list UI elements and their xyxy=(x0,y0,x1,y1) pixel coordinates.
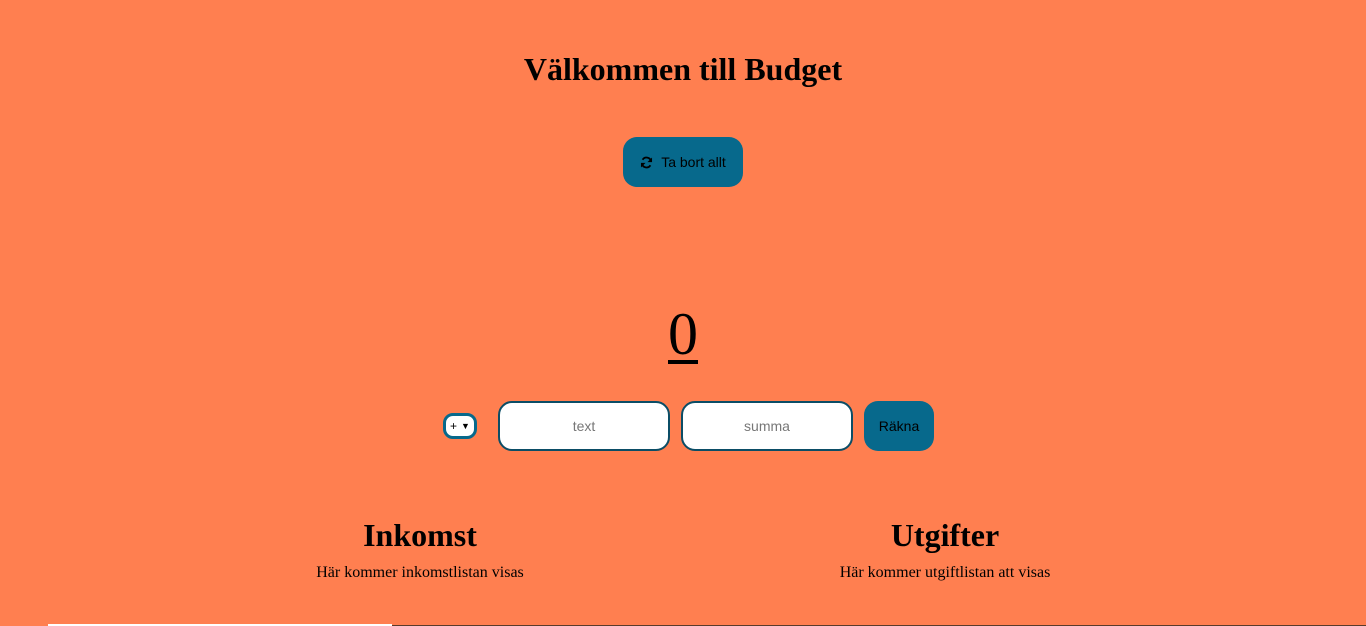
description-input[interactable] xyxy=(498,401,670,451)
balance-total: 0 xyxy=(0,300,1366,368)
expenses-heading: Utgifter xyxy=(890,517,1000,553)
expenses-empty-text: Här kommer utgiftlistan att visas xyxy=(839,564,1051,581)
balance-value: 0 xyxy=(668,301,698,367)
type-select-value: + xyxy=(450,419,458,433)
refresh-icon xyxy=(640,156,653,169)
income-heading: Inkomst xyxy=(363,517,477,553)
page-title: Välkommen till Budget xyxy=(523,51,843,87)
budget-page: Välkommen till Budget Ta bort allt 0 + ▼… xyxy=(0,0,1366,626)
type-select[interactable]: + ▼ xyxy=(443,413,477,439)
income-section: Inkomst Här kommer inkomstlistan visas xyxy=(210,515,630,583)
amount-input[interactable] xyxy=(681,401,853,451)
dropdown-arrow-icon: ▼ xyxy=(461,421,470,431)
reset-all-button[interactable]: Ta bort allt xyxy=(623,137,743,187)
income-empty-text: Här kommer inkomstlistan visas xyxy=(316,564,524,581)
calculate-button[interactable]: Räkna xyxy=(864,401,934,451)
reset-all-label: Ta bort allt xyxy=(661,154,726,170)
expenses-section: Utgifter Här kommer utgiftlistan att vis… xyxy=(735,515,1155,583)
